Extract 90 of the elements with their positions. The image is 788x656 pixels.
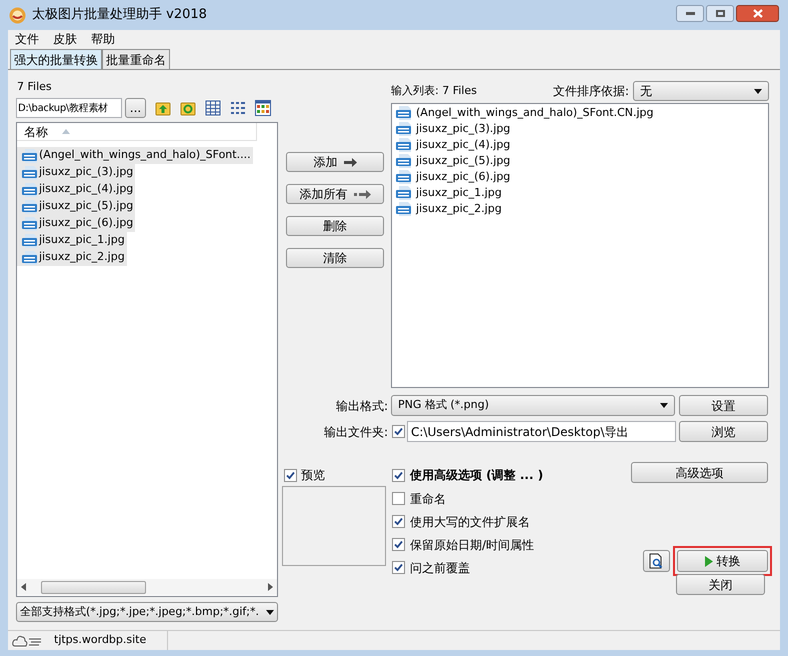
- option-label: 使用大写的文件扩展名: [410, 514, 530, 530]
- image-file-icon: [396, 138, 412, 152]
- image-file-icon: [396, 122, 412, 136]
- maximize-button[interactable]: [706, 4, 734, 22]
- minimize-button[interactable]: [676, 4, 704, 22]
- menu-item[interactable]: 皮肤: [53, 30, 77, 48]
- output-folder-label: 输出文件夹:: [322, 424, 388, 440]
- image-file-icon: [396, 202, 412, 216]
- file-item[interactable]: (Angel_with_wings_and_halo)_SFont....: [17, 147, 253, 164]
- column-header[interactable]: 名称: [17, 123, 257, 141]
- file-item[interactable]: jisuxz_pic_(6).jpg: [396, 169, 510, 185]
- image-file-icon: [22, 148, 38, 162]
- tab[interactable]: 强大的批量转换: [10, 49, 102, 69]
- settings-button[interactable]: 设置: [679, 395, 768, 416]
- checkbox[interactable]: [392, 515, 405, 528]
- image-file-icon: [396, 106, 412, 120]
- checkbox[interactable]: [392, 492, 405, 505]
- input-list-label: 输入列表: 7 Files: [391, 82, 477, 99]
- file-item[interactable]: jisuxz_pic_(3).jpg: [17, 164, 136, 181]
- browse-button[interactable]: ...: [125, 98, 146, 118]
- folder-up-icon[interactable]: [155, 100, 171, 116]
- browse-button[interactable]: 浏览: [679, 421, 768, 442]
- path-field[interactable]: D:\backup\教程素材: [16, 98, 122, 118]
- thumbnail-view-icon[interactable]: [255, 100, 271, 116]
- file-item[interactable]: jisuxz_pic_(6).jpg: [17, 215, 136, 232]
- file-item[interactable]: jisuxz_pic_(3).jpg: [396, 121, 510, 137]
- list-action-button[interactable]: 清除: [286, 248, 384, 268]
- sort-label: 文件排序依据:: [552, 83, 629, 100]
- arrow-right-icon: [354, 190, 370, 198]
- preview-label: 预览: [301, 467, 325, 484]
- convert-button[interactable]: 转换: [677, 550, 768, 572]
- option-label: 问之前覆盖: [410, 560, 470, 576]
- menu-item[interactable]: 文件: [15, 30, 39, 48]
- output-format-label: 输出格式:: [334, 398, 388, 414]
- file-type-dropdown[interactable]: 全部支持格式(*.jpg;*.jpe;*.jpeg;*.bmp;*.gif;*.: [16, 602, 278, 622]
- caret-icon: [754, 88, 762, 94]
- refresh-folder-icon[interactable]: [180, 100, 196, 116]
- arrow-right-icon: [344, 158, 356, 166]
- image-file-icon: [22, 182, 38, 196]
- image-file-icon: [22, 250, 38, 264]
- checkbox[interactable]: [392, 468, 405, 482]
- image-file-icon: [396, 154, 412, 168]
- file-item[interactable]: jisuxz_pic_(5).jpg: [17, 198, 136, 215]
- list-action-button[interactable]: 添加: [286, 152, 384, 172]
- file-item[interactable]: jisuxz_pic_2.jpg: [17, 249, 127, 266]
- checkbox[interactable]: [284, 468, 297, 482]
- close-button[interactable]: [736, 4, 779, 22]
- close-icon: [752, 8, 762, 18]
- close-dialog-button[interactable]: 关闭: [676, 574, 765, 595]
- file-item[interactable]: jisuxz_pic_2.jpg: [396, 201, 502, 217]
- output-folder-field[interactable]: C:\Users\Administrator\Desktop\导出: [407, 421, 676, 442]
- magnifier-document-icon: [649, 553, 664, 569]
- file-item[interactable]: (Angel_with_wings_and_halo)_SFont.CN.jpg: [396, 105, 654, 121]
- tab[interactable]: 批量重命名: [102, 49, 170, 69]
- file-count: 7 Files: [17, 79, 53, 95]
- caret-icon: [266, 610, 274, 614]
- app-logo-icon: [9, 6, 26, 24]
- file-item[interactable]: jisuxz_pic_1.jpg: [17, 232, 127, 249]
- checkbox[interactable]: [392, 561, 405, 574]
- checkbox[interactable]: [392, 538, 405, 551]
- horizontal-scrollbar[interactable]: [17, 579, 277, 595]
- image-file-icon: [22, 200, 38, 214]
- play-icon: [704, 556, 712, 566]
- advanced-options-button[interactable]: 高级选项: [631, 462, 768, 483]
- details-view-icon[interactable]: [230, 100, 246, 116]
- file-item[interactable]: jisuxz_pic_1.jpg: [396, 185, 502, 201]
- option-label: 使用高级选项 (调整 ... ): [410, 467, 544, 484]
- option-label: 重命名: [410, 490, 446, 508]
- sort-dropdown[interactable]: 无: [633, 81, 769, 101]
- image-file-icon: [22, 234, 38, 248]
- image-file-icon: [396, 170, 412, 184]
- file-item[interactable]: jisuxz_pic_(5).jpg: [396, 153, 510, 169]
- status-text: tjtps.wordbp.site: [54, 632, 146, 648]
- sort-ascending-icon: [62, 129, 70, 134]
- window-title: 太极图片批量处理助手 v2018: [32, 6, 207, 24]
- option-label: 保留原始日期/时间属性: [410, 536, 534, 554]
- image-file-icon: [22, 166, 38, 180]
- menu-item[interactable]: 帮助: [91, 30, 115, 48]
- image-file-icon: [22, 216, 38, 230]
- list-action-button[interactable]: 删除: [286, 216, 384, 236]
- file-item[interactable]: jisuxz_pic_(4).jpg: [396, 137, 510, 153]
- caret-icon: [660, 403, 668, 408]
- cloud-icon: [12, 634, 42, 648]
- output-format-dropdown[interactable]: PNG 格式 (*.png): [391, 395, 675, 416]
- image-file-icon: [396, 186, 412, 200]
- list-action-button[interactable]: 添加所有: [286, 184, 384, 204]
- file-item[interactable]: jisuxz_pic_(4).jpg: [17, 181, 136, 198]
- checkbox[interactable]: [392, 425, 405, 438]
- list-view-icon[interactable]: [205, 100, 221, 116]
- preview-button[interactable]: [643, 550, 670, 572]
